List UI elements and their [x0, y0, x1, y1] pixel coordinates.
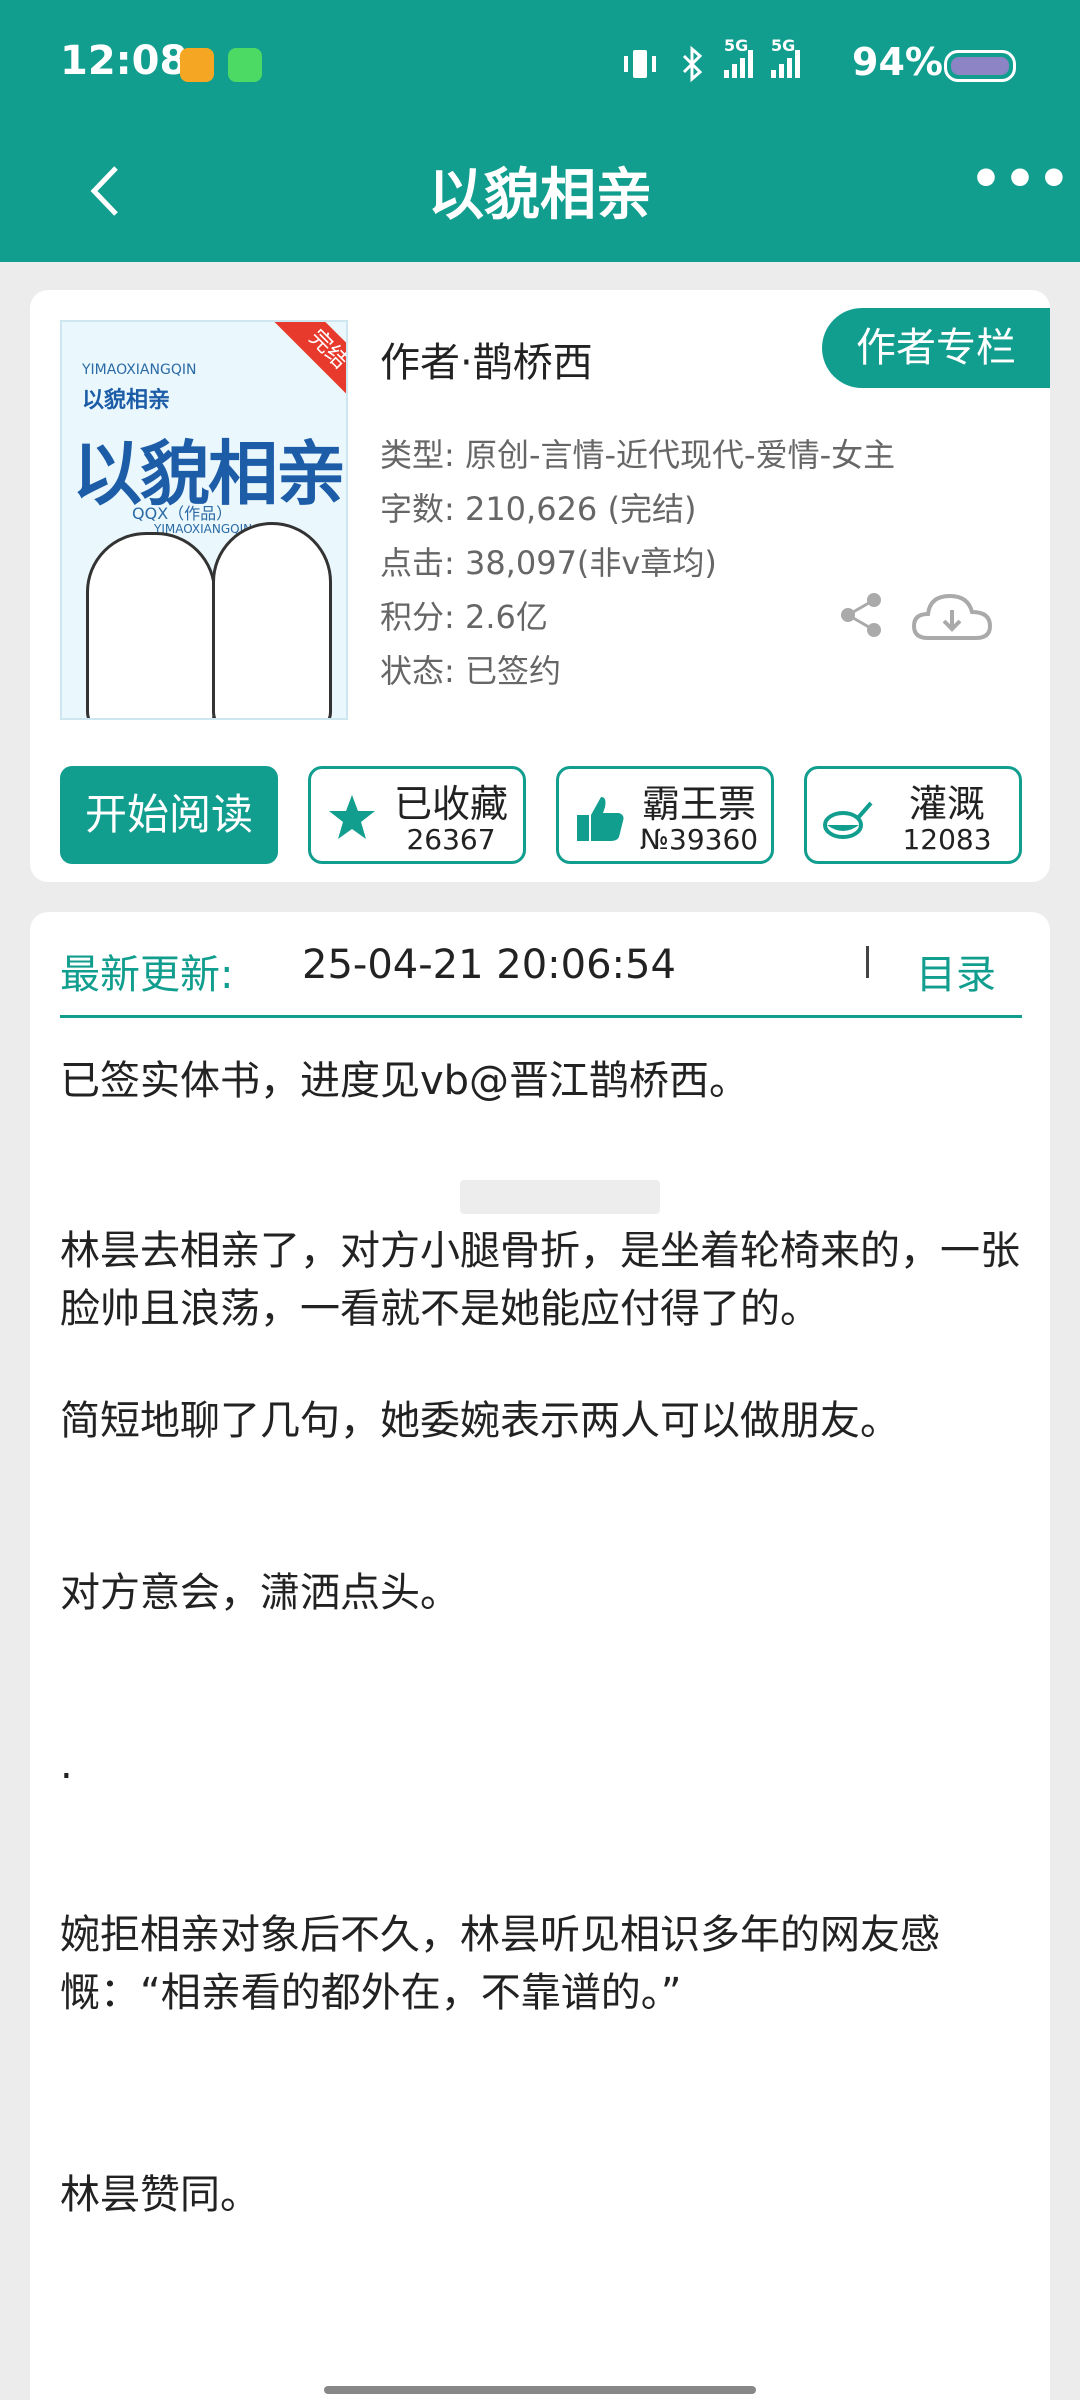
- start-reading-button[interactable]: 开始阅读: [60, 766, 278, 864]
- summary-paragraph: 林昙赞同。: [60, 2172, 260, 2218]
- cover-character-left: [86, 532, 216, 718]
- book-info-card: YIMAOXIANGQIN 以貌相亲 以貌相亲 QQX（作品） YIMAOXIA…: [30, 290, 1050, 882]
- summary-paragraph: 简短地聊了几句，她委婉表示两人可以做朋友。: [60, 1398, 900, 1444]
- page-title: 以貌相亲: [428, 163, 652, 228]
- ticket-button[interactable]: 霸王票 №39360: [556, 766, 774, 864]
- author-column-button[interactable]: 作者专栏: [822, 308, 1050, 388]
- book-points: 积分: 2.6亿: [380, 598, 548, 636]
- book-type: 类型: 原创-言情-近代现代-爱情-女主: [380, 436, 896, 474]
- summary-paragraph: 已签实体书，进度见vb@晋江鹊桥西。: [60, 1058, 750, 1104]
- battery-icon: [944, 50, 1016, 82]
- ticket-label: 霸王票: [641, 782, 756, 826]
- notification-app-icon-2: [228, 48, 262, 82]
- app-header: 以貌相亲 •••: [0, 128, 1080, 262]
- star-icon: [329, 795, 375, 839]
- cover-author: QQX（作品）: [132, 504, 233, 523]
- system-icons: 5G 5G: [620, 36, 880, 84]
- more-menu-button[interactable]: •••: [970, 150, 1072, 208]
- ticket-count: №39360: [639, 823, 759, 856]
- book-clicks: 点击: 38,097(非v章均): [380, 544, 717, 582]
- home-indicator[interactable]: [324, 2386, 756, 2394]
- share-icon[interactable]: [836, 590, 886, 640]
- water-button[interactable]: 灌溉 12083: [804, 766, 1022, 864]
- book-cover[interactable]: YIMAOXIANGQIN 以貌相亲 以貌相亲 QQX（作品） YIMAOXIA…: [60, 320, 348, 720]
- content-card: 最新更新: 25-04-21 20:06:54 目录 已签实体书，进度见vb@晋…: [30, 912, 1050, 2400]
- completed-badge: 完结: [265, 322, 346, 413]
- book-word-count: 字数: 210,626 (完结): [380, 490, 697, 528]
- summary-paragraph: 婉拒相亲对象后不久，林昙听见相识多年的网友感慨：“相亲看的都外在，不靠谱的。”: [60, 1912, 940, 2016]
- battery-percent: 94%: [852, 40, 943, 84]
- cover-pinyin-top: YIMAOXIANGQIN: [82, 362, 197, 378]
- summary-paragraph: 林昙去相亲了，对方小腿骨折，是坐着轮椅来的，一张脸帅且浪荡，一看就不是她能应付得…: [60, 1228, 1020, 1332]
- vibrate-icon: [624, 50, 656, 78]
- water-label: 灌溉: [908, 782, 985, 826]
- favorite-button[interactable]: 已收藏 26367: [308, 766, 526, 864]
- divider: [866, 946, 869, 978]
- status-bar: 12:08 5G 5G 94%: [0, 0, 1080, 128]
- notification-app-icon: [180, 48, 214, 82]
- author-name[interactable]: 作者·鹊桥西: [380, 330, 593, 388]
- watering-icon: [823, 801, 873, 839]
- network-type-1: 5G: [724, 36, 749, 55]
- favorite-count: 26367: [406, 823, 496, 856]
- bluetooth-icon: [682, 46, 703, 82]
- book-status: 状态: 已签约: [380, 652, 561, 690]
- summary-paragraph: 对方意会，潇洒点头。: [60, 1570, 460, 1616]
- download-cloud-icon[interactable]: [910, 586, 994, 646]
- cover-character-right: [212, 522, 332, 718]
- latest-update-label: 最新更新:: [60, 952, 234, 998]
- network-type-2: 5G: [771, 36, 796, 55]
- thumbs-up-icon: [577, 797, 624, 841]
- latest-update-time: 25-04-21 20:06:54: [302, 942, 676, 988]
- summary-paragraph: .: [60, 1742, 73, 1788]
- cover-title-small: 以貌相亲: [82, 388, 171, 413]
- blurred-watermark: [460, 1180, 660, 1214]
- favorite-label: 已收藏: [393, 782, 508, 826]
- status-time: 12:08: [60, 38, 188, 84]
- signal-icon-2: 5G: [771, 36, 800, 78]
- water-count: 12083: [902, 823, 992, 856]
- signal-icon-1: 5G: [724, 36, 753, 78]
- header-rule: [60, 1015, 1022, 1018]
- table-of-contents-link[interactable]: 目录: [916, 942, 996, 1000]
